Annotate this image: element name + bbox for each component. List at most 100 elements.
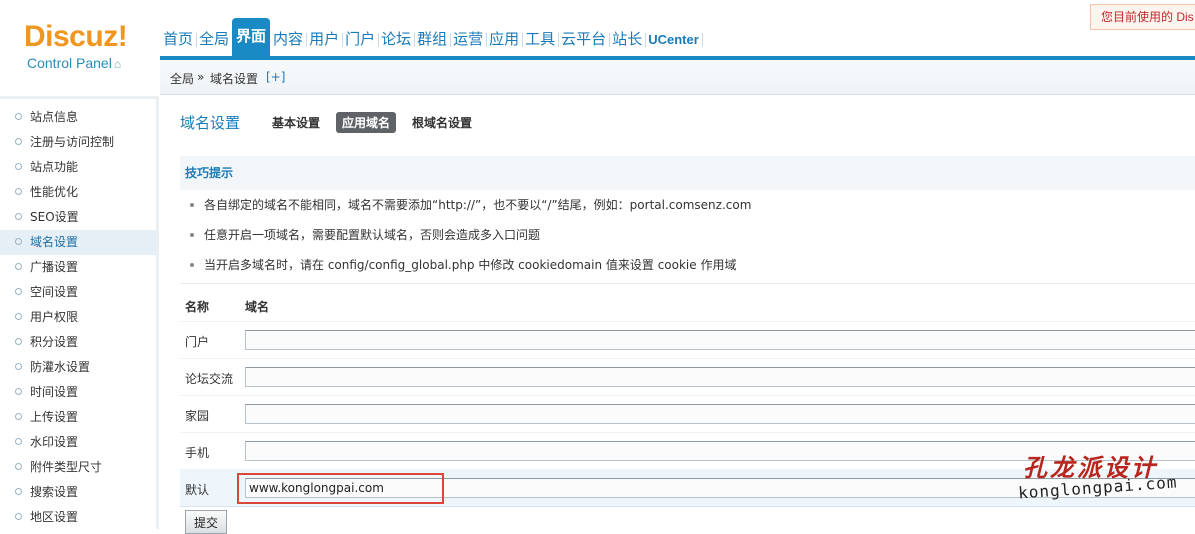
column-header-name: 名称 bbox=[185, 300, 210, 314]
page-header: 域名设置 基本设置 应用域名 根域名设置 bbox=[180, 111, 488, 133]
bullet-icon bbox=[15, 488, 22, 495]
nav-apps[interactable]: 应用 bbox=[486, 26, 524, 54]
breadcrumb-current: 域名设置 bbox=[210, 72, 259, 86]
bullet-icon bbox=[15, 438, 22, 445]
breadcrumb: 全局 » 域名设置 [+] bbox=[160, 60, 1195, 95]
tip-item: 任意开启一项域名，需要配置默认域名，否则会造成多入口问题 bbox=[180, 220, 1195, 250]
bullet-icon bbox=[15, 288, 22, 295]
nav-interface[interactable]: 界面 bbox=[232, 18, 271, 56]
sidebar: 站点信息 注册与访问控制 站点功能 性能优化 SEO设置 域名设置 广播设置 空… bbox=[0, 96, 159, 529]
row-label-home: 家园 bbox=[185, 409, 210, 423]
nav-portal[interactable]: 门户 bbox=[342, 26, 380, 54]
tip-item: 各自绑定的域名不能相同，域名不需要添加“http://”，也不要以“/”结尾，例… bbox=[180, 190, 1195, 220]
breadcrumb-add-button[interactable]: [+] bbox=[266, 70, 285, 84]
bullet-icon bbox=[15, 513, 22, 520]
tips-heading: 技巧提示 bbox=[180, 156, 1195, 190]
sidebar-item-label: 时间设置 bbox=[30, 385, 79, 399]
main-content: 域名设置 基本设置 应用域名 根域名设置 技巧提示 各自绑定的域名不能相同，域名… bbox=[161, 96, 1195, 534]
table-row: 门户 bbox=[180, 322, 1195, 359]
home-domain-input[interactable] bbox=[245, 404, 1195, 424]
sidebar-divider bbox=[0, 96, 156, 99]
nav-users[interactable]: 用户 bbox=[306, 26, 344, 54]
header: Discuz! Control Panel ⌂ 您目前使用的 Dis 首页 全局 … bbox=[0, 0, 1195, 96]
nav-webmaster[interactable]: 站长 bbox=[609, 26, 647, 54]
sidebar-item-permissions[interactable]: 用户权限 bbox=[0, 305, 156, 330]
sidebar-item-label: 广播设置 bbox=[30, 260, 79, 274]
tab-root-domain[interactable]: 根域名设置 bbox=[406, 112, 478, 133]
nav-forum[interactable]: 论坛 bbox=[378, 26, 416, 54]
breadcrumb-root[interactable]: 全局 bbox=[170, 70, 194, 87]
sidebar-item-register-access[interactable]: 注册与访问控制 bbox=[0, 130, 156, 155]
sidebar-item-domain[interactable]: 域名设置 bbox=[0, 230, 156, 255]
home-icon: ⌂ bbox=[113, 57, 122, 71]
sidebar-item-seo[interactable]: SEO设置 bbox=[0, 205, 156, 230]
sidebar-item-region[interactable]: 地区设置 bbox=[0, 505, 156, 530]
tips-divider bbox=[180, 283, 1195, 284]
tab-app-domains[interactable]: 应用域名 bbox=[336, 111, 397, 133]
top-nav: 首页 全局 界面 内容 用户 门户 论坛 群组 运营 应用 工具 云平台 站长 … bbox=[160, 18, 1195, 60]
sidebar-item-watermark[interactable]: 水印设置 bbox=[0, 430, 156, 455]
sidebar-item-label: SEO设置 bbox=[30, 210, 79, 224]
sidebar-item-label: 上传设置 bbox=[30, 410, 79, 424]
logo[interactable]: Discuz! Control Panel ⌂ bbox=[0, 0, 158, 96]
logo-wordmark: Discuz! bbox=[24, 20, 128, 53]
bullet-icon bbox=[15, 163, 22, 170]
sidebar-item-search[interactable]: 搜索设置 bbox=[0, 480, 156, 505]
sidebar-item-site-info[interactable]: 站点信息 bbox=[0, 105, 156, 130]
bullet-icon bbox=[15, 388, 22, 395]
sidebar-item-label: 用户权限 bbox=[30, 310, 79, 324]
sidebar-item-performance[interactable]: 性能优化 bbox=[0, 180, 156, 205]
tips-panel: 技巧提示 各自绑定的域名不能相同，域名不需要添加“http://”，也不要以“/… bbox=[180, 156, 1195, 284]
sidebar-item-label: 域名设置 bbox=[30, 235, 79, 249]
sidebar-item-attachment-types[interactable]: 附件类型尺寸 bbox=[0, 455, 156, 480]
nav-groups[interactable]: 群组 bbox=[414, 26, 452, 54]
table-row: 手机 bbox=[180, 433, 1195, 470]
nav-ucenter[interactable]: UCenter bbox=[645, 26, 703, 54]
forum-domain-input[interactable] bbox=[245, 367, 1195, 387]
row-label-mobile: 手机 bbox=[185, 446, 210, 460]
sidebar-item-label: 防灌水设置 bbox=[30, 360, 91, 374]
column-header-domain: 域名 bbox=[245, 300, 270, 314]
sidebar-item-label: 水印设置 bbox=[30, 435, 79, 449]
table-header: 名称 域名 bbox=[180, 291, 1195, 322]
nav-global[interactable]: 全局 bbox=[196, 26, 234, 54]
bullet-icon bbox=[15, 363, 22, 370]
sidebar-item-label: 空间设置 bbox=[30, 285, 79, 299]
sidebar-item-anti-spam[interactable]: 防灌水设置 bbox=[0, 355, 156, 380]
domain-table: 名称 域名 门户 论坛交流 家园 手机 默认 bbox=[180, 291, 1195, 507]
sidebar-item-upload[interactable]: 上传设置 bbox=[0, 405, 156, 430]
portal-domain-input[interactable] bbox=[245, 330, 1195, 350]
bullet-icon bbox=[15, 113, 22, 120]
sidebar-item-label: 积分设置 bbox=[30, 335, 79, 349]
sidebar-item-credits[interactable]: 积分设置 bbox=[0, 330, 156, 355]
tab-basic-settings[interactable]: 基本设置 bbox=[266, 112, 326, 133]
mobile-domain-input[interactable] bbox=[245, 441, 1195, 461]
sidebar-item-time[interactable]: 时间设置 bbox=[0, 380, 156, 405]
nav-home[interactable]: 首页 bbox=[160, 26, 198, 54]
sidebar-item-site-features[interactable]: 站点功能 bbox=[0, 155, 156, 180]
sidebar-item-label: 注册与访问控制 bbox=[30, 135, 115, 149]
bullet-icon bbox=[15, 188, 22, 195]
bullet-icon bbox=[15, 138, 22, 145]
bullet-icon bbox=[15, 338, 22, 345]
bullet-icon bbox=[15, 238, 22, 245]
sidebar-item-label: 搜索设置 bbox=[30, 485, 79, 499]
sidebar-item-label: 附件类型尺寸 bbox=[30, 460, 103, 474]
bullet-icon bbox=[15, 263, 22, 270]
row-label-default: 默认 bbox=[185, 483, 210, 497]
submit-button[interactable]: 提交 bbox=[185, 510, 227, 534]
table-row: 论坛交流 bbox=[180, 359, 1195, 396]
nav-content[interactable]: 内容 bbox=[270, 26, 308, 54]
breadcrumb-separator: » bbox=[197, 70, 205, 84]
nav-operations[interactable]: 运营 bbox=[450, 26, 488, 54]
logo-subtitle-text: Control Panel bbox=[27, 55, 112, 71]
sidebar-item-space[interactable]: 空间设置 bbox=[0, 280, 156, 305]
sidebar-item-broadcast[interactable]: 广播设置 bbox=[0, 255, 156, 280]
default-domain-input[interactable] bbox=[245, 478, 1195, 498]
nav-cloud[interactable]: 云平台 bbox=[558, 26, 611, 54]
logo-subtitle: Control Panel ⌂ bbox=[27, 55, 121, 71]
nav-tools[interactable]: 工具 bbox=[522, 26, 560, 54]
row-label-portal: 门户 bbox=[185, 335, 210, 349]
bullet-icon bbox=[15, 413, 22, 420]
table-row: 默认 bbox=[180, 470, 1195, 507]
